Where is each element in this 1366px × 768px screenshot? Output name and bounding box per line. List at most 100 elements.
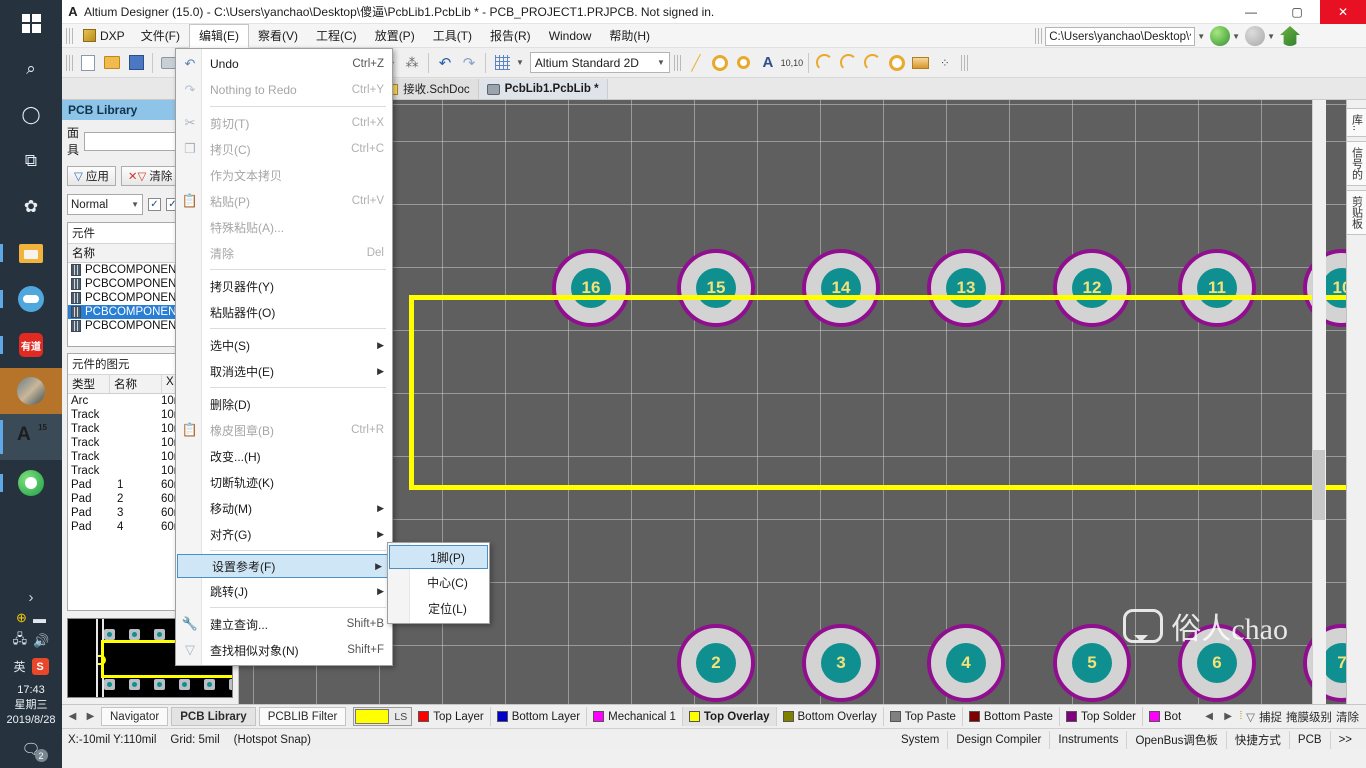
open-document-button[interactable] [100,51,124,75]
doc-tab-schdoc[interactable]: 接收.SchDoc [378,79,479,99]
submenu-item-center[interactable]: 中心(C) [388,569,489,595]
view-config-combo[interactable]: Altium Standard 2D ▼ [529,52,670,73]
status-tab-instruments[interactable]: Instruments [1050,730,1128,749]
pad-2[interactable]: 2 [677,624,755,702]
new-document-button[interactable] [76,51,100,75]
place-fill-button[interactable] [909,51,933,75]
file-explorer-icon[interactable] [0,230,62,276]
layer-tab-mechanical-1[interactable]: Mechanical 1 [587,707,683,726]
path-grip[interactable] [1035,28,1044,44]
action-center-button[interactable]: 🗨 2 [0,740,62,762]
layer-tab-top-layer[interactable]: Top Layer [412,707,491,726]
menu-window[interactable]: Window [540,25,601,47]
menu-edit[interactable]: 编辑(E) [189,24,250,48]
layer-tab-top-paste[interactable]: Top Paste [884,707,963,726]
search-icon[interactable]: ⌕ [0,46,62,92]
layer-tab-bottom-paste[interactable]: Bottom Paste [963,707,1060,726]
right-tab-clipboard[interactable]: 剪贴板 [1345,190,1366,236]
clock-weekday[interactable]: 星期三 [0,698,62,713]
scroll-thumb[interactable] [1313,450,1325,520]
sogou-ime-icon[interactable]: S [31,658,49,675]
menu-tools[interactable]: 工具(T) [424,25,481,47]
menubar-grip[interactable] [66,27,74,44]
menu-project[interactable]: 工程(C) [307,25,366,47]
menu-item-paste-component[interactable]: 粘贴器件(O) [176,299,392,325]
doc-tab-pcblib[interactable]: PcbLib1.PcbLib * [478,79,608,99]
grid-dropdown-icon[interactable]: ▼ [516,58,524,67]
menu-view[interactable]: 察看(V) [249,25,307,47]
menu-file[interactable]: 文件(F) [132,25,189,47]
layer-tab-top-solder[interactable]: Top Solder [1060,707,1143,726]
right-tab-signal[interactable]: 信号的 [1345,141,1366,187]
status-tabs-more[interactable]: >> [1331,731,1360,749]
task-view-icon[interactable]: ⧉ [0,138,62,184]
status-tab-pcb[interactable]: PCB [1290,730,1331,749]
place-coordinate-button[interactable]: 10,10 [780,51,804,75]
menu-item-select[interactable]: 选中(S) ▶ [176,332,392,358]
path-dropdown-icon[interactable]: ▼ [1197,32,1205,41]
save-button[interactable] [124,51,148,75]
menu-item-align[interactable]: 对齐(G) ▶ [176,521,392,547]
select-checkbox[interactable]: ✓ [148,198,161,211]
menu-item-paste-special[interactable]: 特殊粘贴(A)... [176,214,392,240]
menu-place[interactable]: 放置(P) [366,25,424,47]
panel-tab-pcb-library[interactable]: PCB Library [171,707,256,726]
clock-time[interactable]: 17:43 [0,683,62,698]
snap-button[interactable]: 捕捉 [1259,709,1282,725]
mask-level-button[interactable]: 掩膜级别 [1286,709,1332,725]
primitives-header-type[interactable]: 类型 [68,375,110,393]
panel-tab-navigator[interactable]: Navigator [101,707,169,726]
menu-report[interactable]: 报告(R) [481,25,540,47]
place-line-button[interactable]: ╱ [684,51,708,75]
place-via-button[interactable] [732,51,756,75]
onedrive-icon[interactable] [0,276,62,322]
clock-date[interactable]: 2019/8/28 [0,713,62,728]
menu-item-find-similar[interactable]: ▽ 查找相似对象(N) Shift+F [176,637,392,663]
submenu-item-locate[interactable]: 定位(L) [388,595,489,621]
menu-item-deselect[interactable]: 取消选中(E) ▶ [176,358,392,384]
layer-scroll-right-icon[interactable]: ▶ [1221,708,1236,726]
menu-item-copy-component[interactable]: 拷贝器件(Y) [176,273,392,299]
home-icon[interactable] [1280,26,1300,46]
place-string-button[interactable]: A [756,51,780,75]
layer-tab-bottom-solder[interactable]: Bot [1143,707,1187,726]
menu-item-copy[interactable]: ❐ 拷贝(C) Ctrl+C [176,136,392,162]
status-tab-design-compiler[interactable]: Design Compiler [948,730,1051,749]
menu-item-slice-tracks[interactable]: 切断轨迹(K) [176,469,392,495]
status-tab-openbus[interactable]: OpenBus调色板 [1127,730,1227,749]
layer-stack-icon[interactable]: ⦙ [1240,710,1243,723]
path-input[interactable] [1045,26,1196,46]
app-pinwheel-icon[interactable]: ✿ [0,184,62,230]
right-tab-library[interactable]: 库.. [1345,108,1366,138]
pad-4[interactable]: 4 [927,624,1005,702]
cortana-icon[interactable]: ◯ [0,92,62,138]
clear-button[interactable]: 清除 [1336,709,1359,725]
toolbar-grip-2[interactable] [673,54,682,71]
navigate-forward-icon[interactable] [1245,26,1266,46]
minimize-button[interactable]: — [1228,0,1274,24]
place-arc-center-button[interactable] [813,51,837,75]
pad-5[interactable]: 5 [1053,624,1131,702]
menu-item-build-query[interactable]: 🔧 建立查询... Shift+B [176,611,392,637]
back-dropdown-icon[interactable]: ▼ [1232,32,1240,41]
battery-icon[interactable]: ▬ [33,611,46,626]
primitives-header-name[interactable]: 名称 [110,375,162,393]
place-pad-button[interactable] [708,51,732,75]
place-array-button[interactable]: ⁘ [933,51,957,75]
mask-mode-select[interactable]: Normal ▼ [67,194,143,215]
menu-item-clear[interactable]: 清除 Del [176,240,392,266]
menu-item-copy-as-text[interactable]: 作为文本拷贝 [176,162,392,188]
edge-icon[interactable] [0,460,62,506]
menu-item-rubber-stamp[interactable]: 📋 橡皮图章(B) Ctrl+R [176,417,392,443]
start-button[interactable] [0,0,62,46]
navigate-back-icon[interactable] [1210,26,1231,46]
menu-item-move[interactable]: 移动(M) ▶ [176,495,392,521]
security-icon[interactable]: ⊕ [16,610,27,626]
maximize-button[interactable]: ▢ [1274,0,1320,24]
forward-dropdown-icon[interactable]: ▼ [1267,32,1275,41]
layer-tab-top-overlay[interactable]: Top Overlay [682,707,777,726]
layer-tab-bottom-overlay[interactable]: Bottom Overlay [777,707,884,726]
ime-language-icon[interactable]: 英 [13,658,25,675]
canvas-vertical-scrollbar[interactable] [1312,100,1326,704]
photos-icon[interactable] [0,368,62,414]
